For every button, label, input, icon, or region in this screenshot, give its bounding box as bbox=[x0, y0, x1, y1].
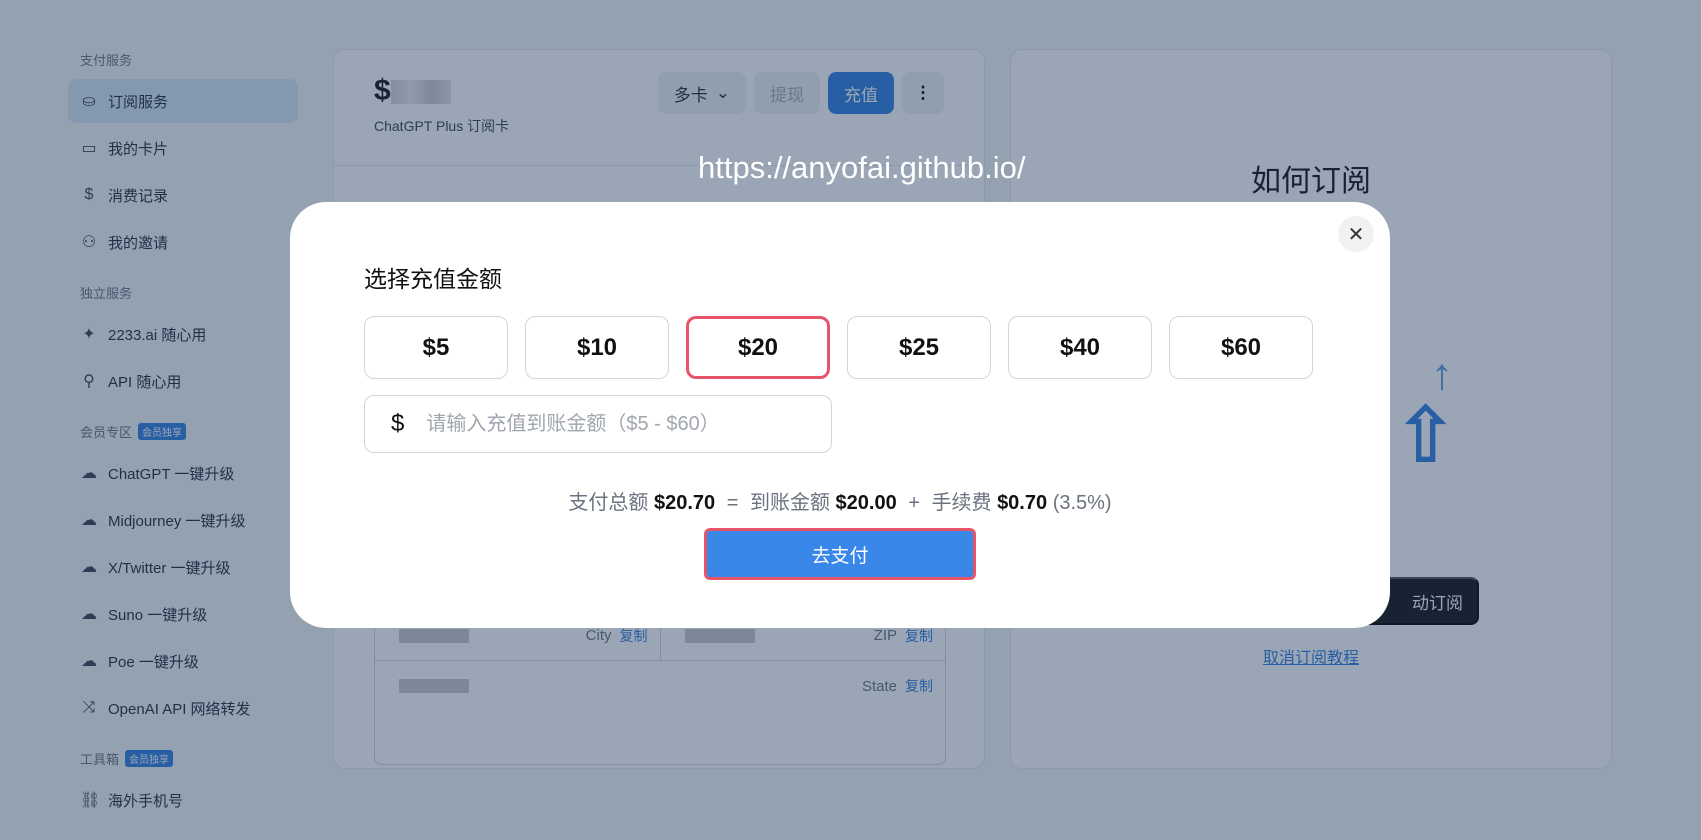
amount-option-10[interactable]: $10 bbox=[525, 316, 669, 379]
watermark: https://anyofai.github.io/ bbox=[698, 150, 1026, 185]
amount-option-20[interactable]: $20 bbox=[686, 316, 830, 379]
amount-option-5[interactable]: $5 bbox=[364, 316, 508, 379]
custom-amount-input[interactable] bbox=[426, 412, 807, 436]
pay-button[interactable]: 去支付 bbox=[704, 528, 976, 580]
fee-percent: (3.5%) bbox=[1052, 492, 1112, 514]
amount-options: $5 $10 $20 $25 $40 $60 bbox=[364, 316, 1313, 379]
credit-value: $20.00 bbox=[835, 492, 897, 514]
plus-sign: + bbox=[908, 492, 920, 514]
amount-option-40[interactable]: $40 bbox=[1008, 316, 1152, 379]
dollar-icon: $ bbox=[391, 410, 405, 437]
fee-label: 手续费 bbox=[931, 492, 992, 514]
amount-option-60[interactable]: $60 bbox=[1169, 316, 1313, 379]
modal-title: 选择充值金额 bbox=[364, 266, 502, 292]
equals-sign: = bbox=[726, 492, 739, 514]
credit-label: 到账金额 bbox=[749, 492, 830, 514]
fee-value: $0.70 bbox=[997, 492, 1048, 514]
total-label: 支付总额 bbox=[568, 492, 649, 514]
close-icon[interactable]: ✕ bbox=[1338, 216, 1374, 252]
custom-amount-field: $ bbox=[364, 395, 832, 453]
recharge-modal: ✕ 选择充值金额 $5 $10 $20 $25 $40 $60 $ 支付总额 $… bbox=[290, 202, 1390, 628]
payment-summary: 支付总额 $20.70 = 到账金额 $20.00 + 手续费 $0.70 (3… bbox=[290, 486, 1390, 515]
amount-option-25[interactable]: $25 bbox=[847, 316, 991, 379]
total-value: $20.70 bbox=[653, 492, 716, 514]
